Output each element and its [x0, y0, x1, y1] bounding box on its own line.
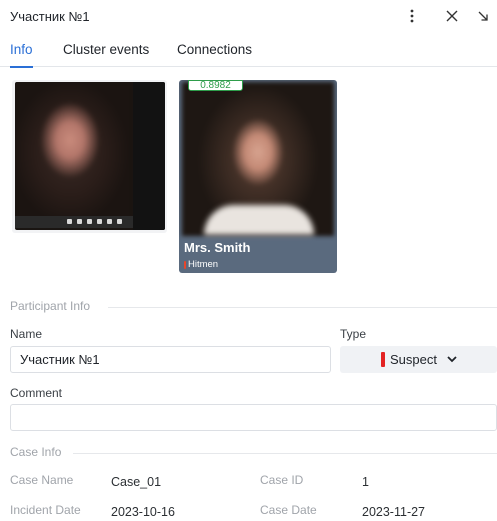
case-date-label: Case Date — [260, 503, 317, 517]
section-divider — [73, 453, 497, 454]
type-select-value: Suspect — [390, 352, 437, 367]
panel-title: Участник №1 — [10, 9, 90, 24]
video-controls-icons — [67, 219, 122, 224]
control-icon — [97, 219, 102, 224]
case-date-value: 2023-11-27 — [362, 505, 426, 519]
case-name-label: Case Name — [10, 473, 74, 487]
match-group: Hitmen — [184, 259, 218, 270]
type-label: Type — [340, 327, 367, 341]
comment-field[interactable] — [10, 404, 497, 431]
case-id-value: 1 — [362, 475, 369, 489]
tab-info[interactable]: Info — [10, 42, 33, 68]
case-info-heading: Case Info — [10, 445, 62, 459]
incident-date-value: 2023-10-16 — [111, 505, 175, 519]
comment-label: Comment — [10, 386, 63, 400]
tab-cluster-events[interactable]: Cluster events — [63, 42, 149, 67]
event-photo-card[interactable] — [12, 80, 167, 233]
name-label: Name — [10, 327, 43, 341]
control-icon — [77, 219, 82, 224]
name-field[interactable]: Участник №1 — [10, 346, 331, 373]
chevron-down-icon — [446, 352, 458, 371]
group-color-marker — [184, 260, 186, 269]
type-select[interactable]: Suspect — [340, 346, 497, 373]
control-icon — [107, 219, 112, 224]
minimize-arrow-icon[interactable] — [474, 6, 492, 26]
type-color-marker — [381, 352, 385, 367]
tab-connections[interactable]: Connections — [177, 42, 252, 67]
panel-header: Участник №1 — [0, 0, 497, 34]
incident-date-label: Incident Date — [10, 503, 81, 517]
photo-side-band — [133, 82, 165, 230]
event-photo — [15, 82, 165, 230]
tab-bar: Info Cluster events Connections — [0, 40, 497, 68]
more-vertical-icon[interactable] — [403, 6, 421, 26]
control-icon — [87, 219, 92, 224]
control-icon — [67, 219, 72, 224]
section-divider — [108, 307, 497, 308]
participant-info-heading: Participant Info — [10, 299, 91, 313]
close-icon[interactable] — [443, 6, 461, 26]
match-score-badge: 0.8982 — [188, 80, 243, 91]
blurred-face-image — [15, 82, 133, 220]
case-id-label: Case ID — [260, 473, 304, 487]
match-photo-shoulders — [204, 205, 314, 235]
control-icon — [117, 219, 122, 224]
match-group-label: Hitmen — [188, 259, 219, 270]
match-person-name: Mrs. Smith — [184, 240, 251, 255]
match-card[interactable]: 0.8982 Mrs. Smith Hitmen — [179, 80, 337, 273]
case-name-value: Case_01 — [111, 475, 162, 489]
